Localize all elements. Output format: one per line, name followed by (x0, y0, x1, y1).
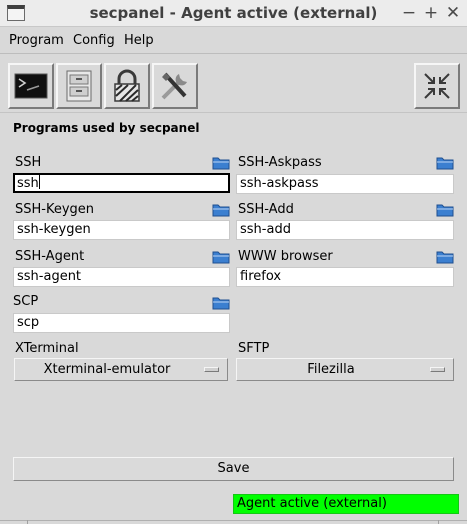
status-badge: Agent active (external) (233, 494, 459, 514)
ssh-add-label: SSH-Add (238, 202, 294, 217)
save-button[interactable]: Save (13, 457, 454, 481)
title-bar: secpanel - Agent active (external) − + ✕ (0, 0, 467, 27)
padlock-icon (114, 69, 140, 102)
xterminal-label: XTerminal (15, 341, 79, 356)
folder-icon[interactable] (212, 156, 230, 170)
folder-icon[interactable] (212, 203, 230, 217)
window-title: secpanel - Agent active (external) (89, 4, 378, 22)
tools-button[interactable] (152, 63, 198, 109)
www-browser-label: WWW browser (238, 249, 333, 264)
section-title: Programs used by secpanel (13, 121, 200, 135)
divider (438, 520, 439, 524)
ssh-field[interactable]: ssh (13, 173, 230, 193)
ssh-add-field[interactable]: ssh-add (236, 220, 454, 240)
maximize-button[interactable]: + (422, 2, 440, 24)
ssh-askpass-label: SSH-Askpass (238, 155, 322, 170)
folder-icon[interactable] (436, 203, 454, 217)
compress-icon (424, 73, 450, 99)
terminal-icon (14, 73, 48, 99)
compress-button[interactable] (414, 63, 460, 109)
ssh-keygen-field[interactable]: ssh-keygen (13, 220, 230, 240)
close-button[interactable]: ✕ (444, 2, 462, 24)
status-bar: Agent active (external) (0, 490, 467, 524)
menu-program[interactable]: Program (9, 33, 64, 48)
menu-bar: Program Config Help (0, 28, 467, 54)
sftp-select[interactable]: Filezilla (236, 358, 454, 381)
menu-help[interactable]: Help (124, 33, 154, 48)
xterminal-selected-value: Xterminal-emulator (43, 362, 171, 377)
folder-icon[interactable] (436, 156, 454, 170)
ssh-agent-field[interactable]: ssh-agent (13, 267, 230, 287)
padlock-button[interactable] (104, 63, 150, 109)
ssh-askpass-field[interactable]: ssh-askpass (236, 174, 454, 194)
ssh-keygen-label: SSH-Keygen (15, 202, 95, 217)
ssh-value: ssh (17, 176, 39, 191)
folder-icon[interactable] (212, 250, 230, 264)
divider (27, 520, 28, 524)
dropdown-indicator-icon (430, 367, 445, 372)
ssh-label: SSH (15, 155, 42, 170)
folder-icon[interactable] (212, 296, 230, 310)
tools-icon (161, 72, 187, 100)
bottom-edge (0, 520, 467, 524)
www-browser-field[interactable]: firefox (236, 267, 454, 287)
toolbar (0, 55, 467, 113)
text-cursor (38, 175, 40, 189)
scp-label: SCP (13, 294, 39, 309)
sftp-selected-value: Filezilla (307, 362, 355, 377)
sftp-label: SFTP (238, 341, 270, 356)
dropdown-indicator-icon (204, 367, 219, 372)
scp-field[interactable]: scp (13, 313, 230, 333)
ssh-agent-label: SSH-Agent (15, 249, 85, 264)
file-cabinet-button[interactable] (56, 63, 102, 109)
file-cabinet-icon (66, 70, 92, 102)
minimize-button[interactable]: − (400, 2, 418, 24)
xterminal-select[interactable]: Xterminal-emulator (14, 358, 228, 381)
menu-config[interactable]: Config (73, 33, 115, 48)
terminal-button[interactable] (8, 63, 54, 109)
folder-icon[interactable] (436, 250, 454, 264)
